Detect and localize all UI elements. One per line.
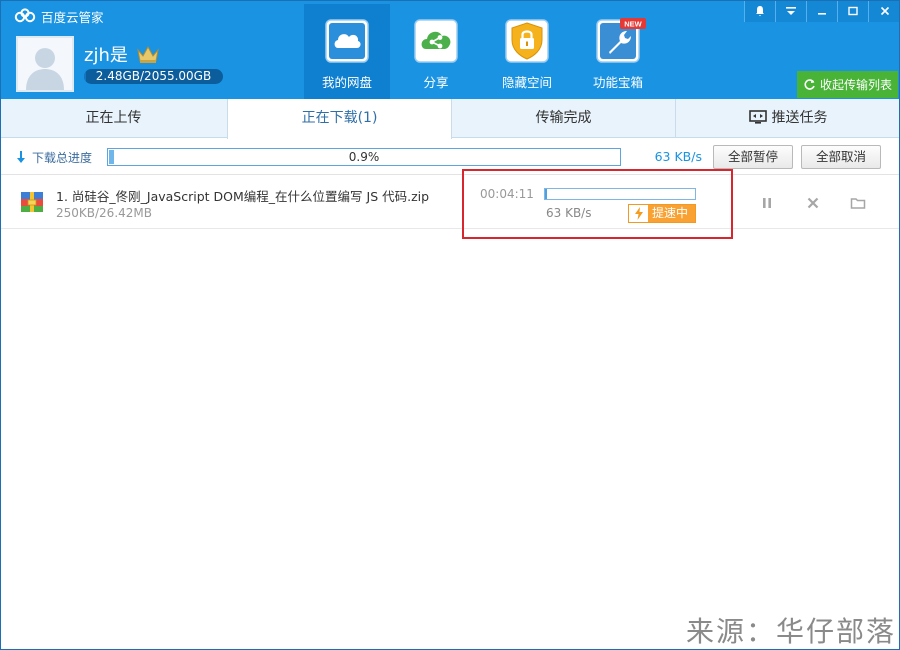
tab-downloading[interactable]: 正在下载(1) [227,99,452,139]
watermark: 来源：华仔部落 [685,615,896,648]
tab-uploading-label: 正在上传 [85,110,142,126]
storage-quota-fill [84,69,86,84]
avatar[interactable] [16,36,74,92]
file-download-speed: 63 KB/s [546,206,592,220]
menu-icon [786,7,796,15]
storage-quota-text: 2.48GB/2055.00GB [95,69,212,83]
total-download-speed: 63 KB/s [654,149,702,164]
total-progress-bar: 0.9% [107,148,621,166]
time-remaining: 00:04:11 [480,187,534,201]
file-name: 1. 尚硅谷_佟刚_JavaScript DOM编程_在什么位置编写 JS 代码… [56,189,430,204]
total-progress-percent: 0.9% [348,150,380,164]
nav-my-disk-label: 我的网盘 [321,75,372,90]
storage-quota-bar: 2.48GB/2055.00GB [84,69,223,84]
cancel-all-button[interactable]: 全部取消 [801,145,881,169]
download-list-item[interactable]: 1. 尚硅谷_佟刚_JavaScript DOM编程_在什么位置编写 JS 代码… [0,176,900,229]
total-progress-label: 下载总进度 [32,151,93,165]
notification-button[interactable] [744,0,775,22]
minimize-button[interactable] [806,0,837,22]
nav-hidden-space-label: 隐藏空间 [501,75,552,90]
nav-hidden-space[interactable]: 隐藏空间 [484,4,570,99]
tab-completed-label: 传输完成 [535,110,592,126]
total-progress-row: 下载总进度 0.9% 63 KB/s 全部暂停 全部取消 [0,139,900,175]
bell-icon [756,6,764,17]
new-badge: NEW [620,18,646,29]
close-icon [880,6,889,16]
app-title-text: 百度云管家 [41,9,104,25]
maximize-icon [848,6,858,16]
nav-share-label: 分享 [423,75,449,90]
maximize-button[interactable] [837,0,868,22]
crown-icon[interactable] [136,44,160,64]
tab-push-tasks-label: 推送任务 [771,110,828,126]
refresh-icon [804,79,815,90]
collapse-transfer-list-label: 收起传输列表 [820,78,893,92]
file-size: 250KB/26.42MB [56,206,152,220]
username[interactable]: zjh是 [84,41,160,67]
default-user-icon [26,48,64,90]
tab-completed[interactable]: 传输完成 [452,99,676,138]
download-arrow-icon [17,151,25,163]
share-icon [414,19,458,63]
zip-archive-icon [21,192,43,212]
lock-icon [505,19,549,63]
title-bar: 百度云管家 zjh是 2.48GB/2055.00GB 我的网盘 分享 隐藏空间… [0,0,900,99]
pause-icon[interactable] [759,195,775,211]
collapse-transfer-list-button[interactable]: 收起传输列表 [797,71,898,98]
tab-downloading-label: 正在下载(1) [301,110,378,126]
minimize-icon [818,13,826,15]
app-title: 百度云管家 [14,7,104,25]
nav-toolbox[interactable]: NEW 功能宝箱 [575,4,661,99]
file-progress-bar [544,188,696,200]
username-text: zjh是 [84,45,128,66]
menu-button[interactable] [775,0,806,22]
new-badge-text: NEW [624,20,642,29]
close-button[interactable] [868,0,900,22]
nav-toolbox-label: 功能宝箱 [592,75,643,90]
cloud-icon [325,19,369,63]
nav-my-disk[interactable]: 我的网盘 [304,4,390,99]
screen-icon [748,110,767,124]
file-progress-fill [545,189,547,199]
baidu-cloud-logo-icon [14,8,36,23]
boost-label: 提速中 [652,206,689,220]
pause-all-button[interactable]: 全部暂停 [713,145,793,169]
lightning-icon [629,205,648,222]
nav-share[interactable]: 分享 [393,4,479,99]
boost-badge[interactable]: 提速中 [628,204,696,223]
delete-icon[interactable] [805,195,821,211]
transfer-tabs: 正在上传 正在下载(1) 传输完成 推送任务 [0,99,900,139]
folder-icon[interactable] [850,195,866,211]
tab-uploading[interactable]: 正在上传 [0,99,228,138]
tab-push-tasks[interactable]: 推送任务 [676,99,900,138]
